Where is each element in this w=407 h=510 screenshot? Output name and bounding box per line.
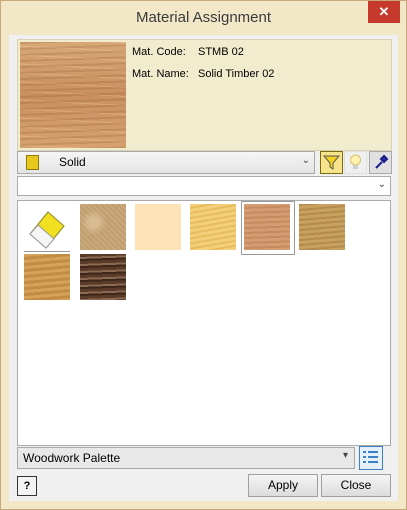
lightbulb-icon <box>350 154 361 169</box>
chevron-down-icon: ▾ <box>342 450 348 461</box>
filter-button[interactable] <box>320 151 343 174</box>
help-button[interactable]: ? <box>17 476 37 496</box>
material-preview-image <box>20 42 126 148</box>
chevron-down-icon: ⌄ <box>377 179 386 190</box>
material-name-value: Solid Timber 02 <box>198 68 275 80</box>
material-info-panel: Mat. Code: STMB 02 Mat. Name: Solid Timber… <box>17 39 392 151</box>
solid-material-icon <box>26 155 39 170</box>
title-bar: Material Assignment ✕ <box>1 1 406 35</box>
palette-select[interactable]: Woodwork Palette ▾ <box>17 447 355 469</box>
filter-icon <box>322 155 341 170</box>
swatch-cream[interactable] <box>135 204 181 250</box>
list-view-button[interactable] <box>359 446 383 470</box>
swatch-solid-timber-02[interactable] <box>244 204 290 250</box>
material-code-value: STMB 02 <box>198 46 244 58</box>
eyedropper-button[interactable] <box>369 151 392 174</box>
material-type-select[interactable]: Solid ⌄ <box>17 151 315 174</box>
palette-select-value: Woodwork Palette <box>23 451 121 465</box>
close-button[interactable]: Close <box>321 474 391 497</box>
chevron-down-icon: ⌄ <box>301 155 310 166</box>
lightbulb-button[interactable] <box>344 151 367 174</box>
swatch-birch[interactable] <box>24 254 70 300</box>
eyedropper-icon <box>374 154 388 169</box>
swatch-sand[interactable] <box>80 204 126 250</box>
material-code-label: Mat. Code: <box>132 46 186 58</box>
material-assignment-window: Material Assignment ✕ Mat. Code: STMB 02 … <box>0 0 407 510</box>
material-palette-grid <box>17 200 391 446</box>
swatch-light-pine[interactable] <box>190 204 236 250</box>
material-type-value: Solid <box>59 155 86 169</box>
dialog-body: Mat. Code: STMB 02 Mat. Name: Solid Timber… <box>9 35 398 501</box>
swatch-oak[interactable] <box>299 204 345 250</box>
swatch-walnut[interactable] <box>80 254 126 300</box>
close-window-icon[interactable]: ✕ <box>368 1 400 23</box>
material-code-row: Mat. Code: STMB 02 <box>132 46 244 58</box>
material-name-row: Mat. Name: Solid Timber 02 <box>132 68 274 80</box>
eraser-icon[interactable] <box>24 204 70 250</box>
material-search-input[interactable]: ⌄ <box>17 176 391 196</box>
eraser-underline <box>24 251 70 252</box>
material-name-label: Mat. Name: <box>132 68 189 80</box>
window-title: Material Assignment <box>135 9 272 26</box>
apply-button[interactable]: Apply <box>248 474 318 497</box>
